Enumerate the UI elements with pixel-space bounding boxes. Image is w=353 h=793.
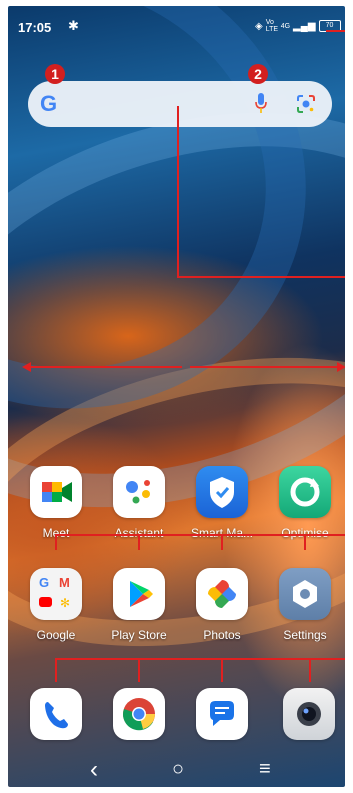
google-logo[interactable]: G xyxy=(40,91,57,117)
app-label: Photos xyxy=(203,628,241,642)
annotation-line xyxy=(221,658,223,682)
app-label: Settings xyxy=(283,628,327,642)
smart-manager-icon xyxy=(196,466,248,518)
gear-icon: ✱ xyxy=(68,18,79,33)
status-time: 17:05 xyxy=(18,20,52,35)
annotation-line xyxy=(177,106,179,278)
app-assistant[interactable]: Assistant xyxy=(100,466,178,540)
camera-icon xyxy=(283,688,335,740)
lens-icon[interactable] xyxy=(296,94,316,114)
mic-icon[interactable] xyxy=(255,93,267,115)
assistant-icon xyxy=(113,466,165,518)
annotation-line xyxy=(221,534,223,550)
gmail-mini-icon: M xyxy=(59,575,70,590)
app-meet[interactable]: Meet xyxy=(17,466,95,540)
messages-icon xyxy=(196,688,248,740)
optimise-icon xyxy=(279,466,331,518)
annotation-line xyxy=(304,534,306,550)
app-settings[interactable]: Settings xyxy=(266,568,344,642)
settings-icon xyxy=(279,568,331,620)
recents-button[interactable]: ≡ xyxy=(259,758,271,781)
app-label: Play Store xyxy=(111,628,167,642)
volte-label: Vo LTE xyxy=(265,19,279,33)
app-optimise[interactable]: Optimise xyxy=(266,466,344,540)
play-store-icon xyxy=(113,568,165,620)
chrome-icon xyxy=(113,688,165,740)
nfc-icon: ◈ xyxy=(255,20,263,32)
annotation-line xyxy=(177,276,345,278)
dock-chrome[interactable] xyxy=(100,688,178,740)
annotation-line xyxy=(138,534,140,550)
swipe-arrow-line xyxy=(30,366,182,368)
home-screen: 17:05 ✱ ◈ Vo LTE 4G ▂▄▆ 70 G 1 2 Meet As… xyxy=(8,6,345,787)
annotation-line xyxy=(138,658,140,682)
back-button[interactable]: ‹ xyxy=(90,756,98,784)
annotation-line xyxy=(309,658,311,682)
youtube-mini-icon xyxy=(39,597,52,607)
home-button[interactable]: ○ xyxy=(172,758,184,781)
dock-camera[interactable] xyxy=(270,688,345,740)
swipe-left-arrow xyxy=(22,362,31,372)
dock-phone[interactable] xyxy=(17,688,95,740)
annotation-line xyxy=(326,30,345,32)
annotation-badge-1: 1 xyxy=(45,64,65,84)
phone-icon xyxy=(30,688,82,740)
dock-messages[interactable] xyxy=(183,688,261,740)
swipe-right-arrow xyxy=(337,362,345,372)
network-type: 4G xyxy=(280,22,291,30)
annotation-badge-2: 2 xyxy=(248,64,268,84)
google-g-mini-icon: G xyxy=(39,575,50,590)
swipe-arrow-line xyxy=(190,366,338,368)
app-google-folder[interactable]: G M ✻ Google xyxy=(17,568,95,642)
annotation-line xyxy=(55,658,57,682)
meet-icon xyxy=(30,466,82,518)
photos-mini-icon: ✻ xyxy=(60,596,71,610)
annotation-line xyxy=(55,534,345,536)
app-label: Google xyxy=(36,628,76,642)
app-smart-manager[interactable]: Smart Ma... xyxy=(183,466,261,540)
app-photos[interactable]: Photos xyxy=(183,568,261,642)
annotation-line xyxy=(55,534,57,550)
google-folder-icon: G M ✻ xyxy=(30,568,82,620)
status-bar: 17:05 ✱ ◈ Vo LTE 4G ▂▄▆ 70 xyxy=(8,6,345,46)
photos-icon xyxy=(196,568,248,620)
google-search-bar[interactable]: G xyxy=(28,81,332,127)
signal-icon: ▂▄▆ xyxy=(293,20,316,32)
navigation-bar: ‹ ○ ≡ xyxy=(8,756,345,786)
app-play-store[interactable]: Play Store xyxy=(100,568,178,642)
annotation-line xyxy=(55,658,345,660)
